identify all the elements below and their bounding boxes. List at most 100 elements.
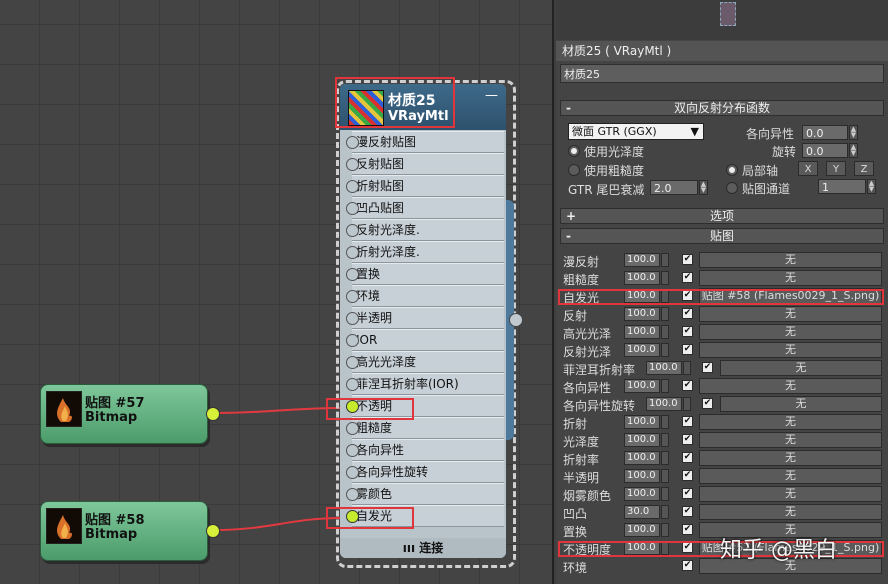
map-enable-checkbox[interactable]: ✔ <box>682 416 693 427</box>
input-socket[interactable] <box>346 466 359 479</box>
slot-row[interactable]: 置换 <box>346 263 504 285</box>
slot-row[interactable]: 凹凸贴图 <box>346 197 504 219</box>
input-socket[interactable] <box>346 488 359 501</box>
map-enable-checkbox[interactable]: ✔ <box>682 560 693 571</box>
map-enable-checkbox[interactable]: ✔ <box>682 344 693 355</box>
map-amount-input[interactable]: 100.0 <box>646 361 682 375</box>
slot-row[interactable]: 菲涅耳折射率(IOR) <box>346 373 504 395</box>
map-amount-input[interactable]: 100.0 <box>646 397 682 411</box>
rollout-options[interactable]: + 选项 <box>560 208 884 224</box>
map-enable-checkbox[interactable]: ✔ <box>682 470 693 481</box>
map-amount-spinner[interactable] <box>661 253 669 267</box>
map-slot-button[interactable]: 无 <box>699 432 882 448</box>
map-slot-button[interactable]: 无 <box>699 324 882 340</box>
map-enable-checkbox[interactable]: ✔ <box>682 380 693 391</box>
axis-y-button[interactable]: Y <box>826 161 846 176</box>
output-socket[interactable] <box>206 407 220 421</box>
rotation-input[interactable]: 0.0 <box>802 143 848 158</box>
bitmap-node-57[interactable]: 贴图 #57 Bitmap <box>40 384 208 444</box>
map-amount-spinner[interactable] <box>661 487 669 501</box>
map-amount-input[interactable]: 100.0 <box>624 523 660 537</box>
slot-row[interactable]: 各向异性 <box>346 439 504 461</box>
map-slot-button[interactable]: 无 <box>699 468 882 484</box>
input-socket[interactable] <box>346 158 359 171</box>
slot-row[interactable]: 反射贴图 <box>346 153 504 175</box>
map-amount-spinner[interactable] <box>661 325 669 339</box>
gtr-tail-spinner[interactable]: ▲ ▼ <box>699 180 708 195</box>
map-amount-spinner[interactable] <box>661 415 669 429</box>
use-roughness-radio[interactable] <box>568 164 580 176</box>
map-amount-spinner[interactable] <box>661 505 669 519</box>
rollout-brdf[interactable]: - 双向反射分布函数 <box>560 100 884 116</box>
anisotropy-spinner[interactable]: ▲ ▼ <box>849 125 858 140</box>
rotation-spinner[interactable]: ▲ ▼ <box>849 143 858 158</box>
map-amount-spinner[interactable] <box>661 343 669 357</box>
map-amount-spinner[interactable] <box>661 271 669 285</box>
map-amount-spinner[interactable] <box>661 523 669 537</box>
input-socket[interactable] <box>346 422 359 435</box>
map-amount-input[interactable]: 30.0 <box>624 505 660 519</box>
map-slot-button[interactable]: 无 <box>720 396 882 412</box>
slot-row[interactable]: 高光光泽度 <box>346 351 504 373</box>
map-enable-checkbox[interactable]: ✔ <box>702 398 713 409</box>
output-socket[interactable] <box>206 524 220 538</box>
input-socket[interactable] <box>346 334 359 347</box>
map-enable-checkbox[interactable]: ✔ <box>682 308 693 319</box>
map-enable-checkbox[interactable]: ✔ <box>682 434 693 445</box>
brdf-type-dropdown[interactable]: 微面 GTR (GGX) ▼ <box>568 123 704 140</box>
slot-row[interactable]: IOR <box>346 329 504 351</box>
node-editor-canvas[interactable]: 贴图 #57 Bitmap 贴图 #58 Bitmap 材质25 VRayMtl… <box>0 0 552 584</box>
gtr-tail-input[interactable]: 2.0 <box>650 180 698 195</box>
input-socket[interactable] <box>346 202 359 215</box>
input-socket[interactable] <box>346 290 359 303</box>
map-amount-input[interactable]: 100.0 <box>624 469 660 483</box>
map-slot-button[interactable]: 无 <box>720 360 882 376</box>
material-node[interactable]: 材质25 VRayMtl — 漫反射贴图 反射贴图 折射贴图 凹凸贴图 反射光泽度. 折射… <box>340 84 506 558</box>
slot-row[interactable]: 半透明 <box>346 307 504 329</box>
input-socket[interactable] <box>346 246 359 259</box>
slot-row[interactable]: 粗糙度 <box>346 417 504 439</box>
map-amount-input[interactable]: 100.0 <box>624 451 660 465</box>
map-enable-checkbox[interactable]: ✔ <box>682 452 693 463</box>
map-amount-spinner[interactable] <box>683 397 691 411</box>
input-socket[interactable] <box>346 224 359 237</box>
map-amount-input[interactable]: 100.0 <box>624 433 660 447</box>
use-glossiness-radio[interactable] <box>568 145 580 157</box>
map-amount-input[interactable]: 100.0 <box>624 253 660 267</box>
input-socket[interactable] <box>346 180 359 193</box>
map-enable-checkbox[interactable]: ✔ <box>682 272 693 283</box>
map-slot-button[interactable]: 无 <box>699 450 882 466</box>
axis-x-button[interactable]: X <box>798 161 818 176</box>
minimize-icon[interactable]: — <box>485 88 498 103</box>
anisotropy-input[interactable]: 0.0 <box>802 125 848 140</box>
material-slot-icon[interactable] <box>720 2 736 26</box>
slot-row[interactable]: 反射光泽度. <box>346 219 504 241</box>
map-slot-button[interactable]: 无 <box>699 378 882 394</box>
material-name-field[interactable]: 材质25 <box>560 64 884 83</box>
map-amount-input[interactable]: 100.0 <box>624 415 660 429</box>
map-amount-spinner[interactable] <box>661 307 669 321</box>
map-amount-input[interactable]: 100.0 <box>624 343 660 357</box>
bitmap-node-58[interactable]: 贴图 #58 Bitmap <box>40 501 208 561</box>
input-socket[interactable] <box>346 356 359 369</box>
input-socket[interactable] <box>346 378 359 391</box>
slot-row[interactable]: 折射光泽度. <box>346 241 504 263</box>
slot-row[interactable]: 雾颜色 <box>346 483 504 505</box>
rollout-maps[interactable]: - 贴图 <box>560 228 884 244</box>
map-amount-spinner[interactable] <box>661 433 669 447</box>
map-enable-checkbox[interactable]: ✔ <box>682 524 693 535</box>
connect-footer[interactable]: ııı 连接 <box>340 538 506 558</box>
input-socket[interactable] <box>346 136 359 149</box>
map-enable-checkbox[interactable]: ✔ <box>682 506 693 517</box>
map-amount-input[interactable]: 100.0 <box>624 487 660 501</box>
map-slot-button[interactable]: 无 <box>699 486 882 502</box>
map-enable-checkbox[interactable]: ✔ <box>682 326 693 337</box>
slot-row[interactable]: 漫反射贴图 <box>346 131 504 153</box>
map-channel-input[interactable]: 1 <box>818 179 866 194</box>
map-slot-button[interactable]: 无 <box>699 306 882 322</box>
map-slot-button[interactable]: 无 <box>699 252 882 268</box>
slot-row[interactable]: 环境 <box>346 285 504 307</box>
map-amount-input[interactable]: 100.0 <box>624 271 660 285</box>
map-enable-checkbox[interactable]: ✔ <box>682 488 693 499</box>
map-channel-radio[interactable] <box>726 182 738 194</box>
